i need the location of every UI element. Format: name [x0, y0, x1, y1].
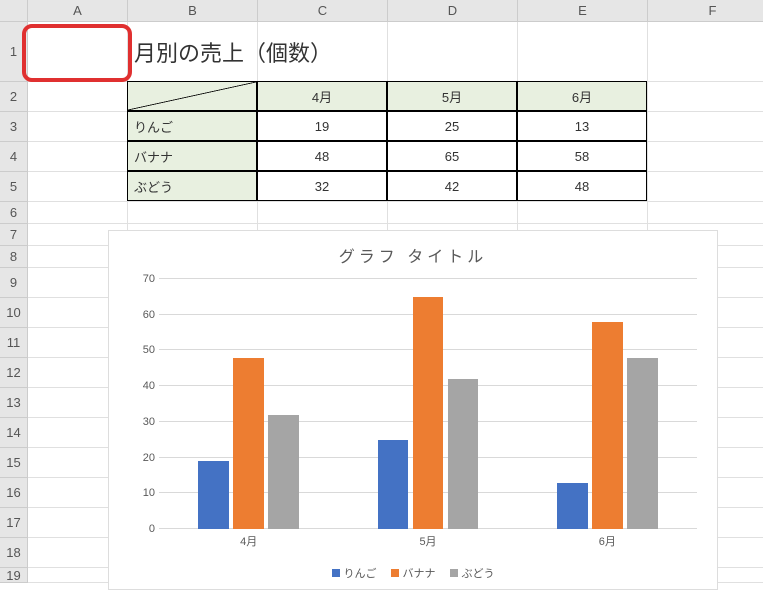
bar-バナナ-4月[interactable]	[233, 358, 263, 529]
row-header-10[interactable]: 10	[0, 298, 28, 328]
bar-ぶどう-6月[interactable]	[627, 358, 657, 529]
cell-A1[interactable]	[28, 22, 128, 82]
x-tick-0: 4月	[240, 533, 257, 549]
legend-swatch-icon	[450, 569, 458, 577]
row-header-15[interactable]: 15	[0, 448, 28, 478]
chart-legend[interactable]: りんご バナナ ぶどう	[109, 565, 717, 581]
y-tick-60: 60	[129, 309, 155, 321]
table-col-header-2[interactable]: 6月	[517, 81, 647, 111]
y-tick-50: 50	[129, 344, 155, 356]
bar-バナナ-5月[interactable]	[413, 297, 443, 529]
table-value-r1-c0[interactable]: 48	[257, 141, 387, 171]
legend-swatch-icon	[391, 569, 399, 577]
bar-ぶどう-4月[interactable]	[268, 415, 298, 529]
legend-label: バナナ	[403, 565, 436, 581]
row-header-6[interactable]: 6	[0, 202, 28, 224]
cells-area: 月別の売上（個数）4月5月6月りんご192513バナナ486558ぶどう3242…	[28, 22, 157, 51]
table-value-r0-c2[interactable]: 13	[517, 111, 647, 141]
cell-A6[interactable]	[28, 202, 128, 224]
cell-A4[interactable]	[28, 142, 128, 172]
cell-A2[interactable]	[28, 82, 128, 112]
cell-F3[interactable]	[648, 112, 763, 142]
legend-item-りんご[interactable]: りんご	[332, 565, 377, 581]
table-value-r2-c2[interactable]: 48	[517, 171, 647, 201]
bar-りんご-6月[interactable]	[557, 483, 587, 529]
column-header-b[interactable]: B	[128, 0, 258, 22]
x-tick-1: 5月	[419, 533, 436, 549]
row-header-7[interactable]: 7	[0, 224, 28, 246]
row-header-14[interactable]: 14	[0, 418, 28, 448]
legend-swatch-icon	[332, 569, 340, 577]
table-row-header-0[interactable]: りんご	[127, 111, 257, 141]
legend-item-ぶどう[interactable]: ぶどう	[450, 565, 495, 581]
cell-F2[interactable]	[648, 82, 763, 112]
bar-りんご-5月[interactable]	[378, 440, 408, 529]
legend-label: ぶどう	[462, 565, 495, 581]
cell-A5[interactable]	[28, 172, 128, 202]
cell-C6[interactable]	[258, 202, 388, 224]
legend-item-バナナ[interactable]: バナナ	[391, 565, 436, 581]
cell-F6[interactable]	[648, 202, 763, 224]
row-header-8[interactable]: 8	[0, 246, 28, 268]
table-col-header-0[interactable]: 4月	[257, 81, 387, 111]
y-tick-20: 20	[129, 452, 155, 464]
row-header-17[interactable]: 17	[0, 508, 28, 538]
column-header-f[interactable]: F	[648, 0, 763, 22]
row-header-1[interactable]: 1	[0, 22, 28, 82]
column-header-d[interactable]: D	[388, 0, 518, 22]
table-value-r1-c2[interactable]: 58	[517, 141, 647, 171]
cell-F1[interactable]	[648, 22, 763, 82]
row-header-4[interactable]: 4	[0, 142, 28, 172]
select-all-corner[interactable]	[0, 0, 28, 22]
cell-E6[interactable]	[518, 202, 648, 224]
chart-title[interactable]: グラフ タイトル	[109, 231, 717, 275]
cell-A3[interactable]	[28, 112, 128, 142]
bar-バナナ-6月[interactable]	[592, 322, 622, 529]
row-header-13[interactable]: 13	[0, 388, 28, 418]
column-header-c[interactable]: C	[258, 0, 388, 22]
row-header-2[interactable]: 2	[0, 82, 28, 112]
row-headers-column: 12345678910111213141516171819	[0, 22, 28, 583]
cell-F4[interactable]	[648, 142, 763, 172]
column-headers-row: ABCDEF	[0, 0, 763, 22]
table-value-r2-c1[interactable]: 42	[387, 171, 517, 201]
cell-D6[interactable]	[388, 202, 518, 224]
x-tick-2: 6月	[599, 533, 616, 549]
table-value-r1-c1[interactable]: 65	[387, 141, 517, 171]
row-header-16[interactable]: 16	[0, 478, 28, 508]
row-header-12[interactable]: 12	[0, 358, 28, 388]
row-header-3[interactable]: 3	[0, 112, 28, 142]
row-header-18[interactable]: 18	[0, 538, 28, 568]
column-header-a[interactable]: A	[28, 0, 128, 22]
row-header-11[interactable]: 11	[0, 328, 28, 358]
table-row-header-2[interactable]: ぶどう	[127, 171, 257, 201]
title-cell[interactable]: 月別の売上（個数）	[128, 22, 648, 82]
cell-B6[interactable]	[128, 202, 258, 224]
gridline-70	[159, 278, 697, 279]
row-header-5[interactable]: 5	[0, 172, 28, 202]
y-tick-0: 0	[129, 523, 155, 535]
table-col-header-1[interactable]: 5月	[387, 81, 517, 111]
table-corner[interactable]	[127, 81, 257, 111]
bar-りんご-4月[interactable]	[198, 461, 228, 529]
table-value-r0-c0[interactable]: 19	[257, 111, 387, 141]
table-row-header-1[interactable]: バナナ	[127, 141, 257, 171]
chart-plot-area[interactable]: 0102030405060704月5月6月	[159, 279, 697, 529]
row-header-9[interactable]: 9	[0, 268, 28, 298]
y-tick-30: 30	[129, 416, 155, 428]
y-tick-10: 10	[129, 487, 155, 499]
y-tick-70: 70	[129, 273, 155, 285]
table-value-r0-c1[interactable]: 25	[387, 111, 517, 141]
row-header-19[interactable]: 19	[0, 568, 28, 583]
bar-ぶどう-5月[interactable]	[448, 379, 478, 529]
legend-label: りんご	[344, 565, 377, 581]
table-value-r2-c0[interactable]: 32	[257, 171, 387, 201]
y-tick-40: 40	[129, 380, 155, 392]
cell-F5[interactable]	[648, 172, 763, 202]
embedded-chart[interactable]: グラフ タイトル 0102030405060704月5月6月 りんごバナナぶどう	[108, 230, 718, 590]
column-header-e[interactable]: E	[518, 0, 648, 22]
